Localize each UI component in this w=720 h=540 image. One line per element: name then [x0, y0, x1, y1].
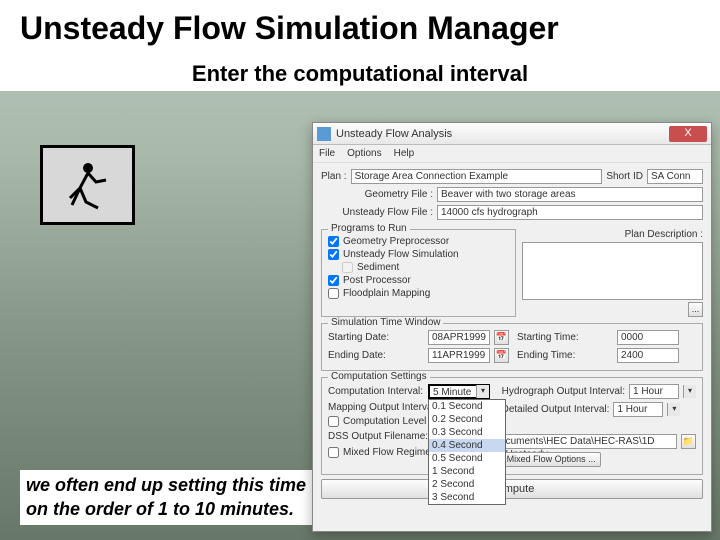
list-item[interactable]: 0.3 Second: [429, 426, 505, 439]
chevron-down-icon[interactable]: ▾: [683, 385, 696, 398]
end-time-label: Ending Time:: [517, 350, 613, 361]
menubar: File Options Help: [313, 145, 711, 163]
app-icon: [317, 127, 331, 141]
titlebar[interactable]: Unsteady Flow Analysis X: [313, 123, 711, 145]
unsteady-flow-dialog: Unsteady Flow Analysis X File Options He…: [312, 122, 712, 532]
end-date-picker[interactable]: 📅: [494, 348, 509, 363]
plandesc-label: Plan Description :: [522, 229, 703, 240]
hydro-interval-label: Hydrograph Output Interval:: [502, 386, 625, 397]
slide-caption: we often end up setting this time on the…: [20, 470, 312, 525]
programs-legend: Programs to Run: [328, 223, 410, 234]
chk-level-output[interactable]: [328, 416, 339, 427]
plandesc-expand-button[interactable]: ...: [688, 302, 703, 317]
chk-unsteady-sim[interactable]: [328, 249, 339, 260]
end-date-input[interactable]: 11APR1999: [428, 348, 490, 363]
dss-label: DSS Output Filename:: [328, 431, 428, 442]
menu-file[interactable]: File: [319, 148, 335, 159]
computation-legend: Computation Settings: [328, 371, 430, 382]
start-time-label: Starting Time:: [517, 332, 613, 343]
list-item[interactable]: 0.4 Second: [429, 439, 505, 452]
lbl-floodplain: Floodplain Mapping: [343, 288, 430, 299]
comp-interval-list[interactable]: 0.1 Second 0.2 Second 0.3 Second 0.4 Sec…: [428, 399, 506, 505]
flowfile-label: Unsteady Flow File :: [321, 207, 433, 218]
window-title: Unsteady Flow Analysis: [336, 128, 669, 140]
plan-input[interactable]: Storage Area Connection Example: [351, 169, 603, 184]
close-button[interactable]: X: [669, 126, 707, 142]
menu-help[interactable]: Help: [394, 148, 415, 159]
detail-interval-label: Detailed Output Interval:: [502, 404, 610, 415]
chk-geom-pre[interactable]: [328, 236, 339, 247]
hydro-interval-input[interactable]: 1 Hour: [629, 384, 679, 399]
shortid-label: Short ID: [606, 171, 643, 182]
compute-button[interactable]: Compute: [321, 479, 703, 499]
comp-interval-label: Computation Interval:: [328, 386, 424, 397]
programs-fieldset: Programs to Run Geometry Preprocessor Un…: [321, 229, 516, 317]
slide-title: Unsteady Flow Simulation Manager: [0, 0, 720, 57]
list-item[interactable]: 3 Second: [429, 491, 505, 504]
dss-path-input[interactable]: cuments\HEC Data\HEC-RAS\1D Unsteady: [502, 434, 677, 449]
flowfile-input[interactable]: 14000 cfs hydrograph: [437, 205, 703, 220]
list-item[interactable]: 0.5 Second: [429, 452, 505, 465]
list-item[interactable]: 0.1 Second: [429, 400, 505, 413]
chk-sediment: [342, 262, 353, 273]
timewindow-fieldset: Simulation Time Window Starting Date:08A…: [321, 323, 703, 371]
chevron-down-icon[interactable]: ▾: [476, 385, 489, 398]
slide-subtitle: Enter the computational interval: [0, 57, 720, 91]
geometry-label: Geometry File :: [321, 189, 433, 200]
plan-label: Plan :: [321, 171, 347, 182]
lbl-geom-pre: Geometry Preprocessor: [343, 236, 449, 247]
start-date-input[interactable]: 08APR1999: [428, 330, 490, 345]
lbl-sediment: Sediment: [357, 262, 399, 273]
mixed-options-button[interactable]: Mixed Flow Options ...: [502, 452, 601, 467]
runner-icon: [40, 145, 135, 225]
lbl-post-proc: Post Processor: [343, 275, 411, 286]
dss-browse-button[interactable]: 📁: [681, 434, 696, 449]
start-date-label: Starting Date:: [328, 332, 424, 343]
chk-mixed-flow[interactable]: [328, 447, 339, 458]
chevron-down-icon[interactable]: ▾: [667, 403, 680, 416]
shortid-input[interactable]: SA Conn: [647, 169, 703, 184]
comp-interval-dropdown[interactable]: 5 Minute ▾ 0.1 Second 0.2 Second 0.3 Sec…: [428, 384, 490, 399]
start-time-input[interactable]: 0000: [617, 330, 679, 345]
map-interval-label: Mapping Output Interval:: [328, 402, 438, 413]
geometry-input[interactable]: Beaver with two storage areas: [437, 187, 703, 202]
computation-fieldset: Computation Settings Computation Interva…: [321, 377, 703, 475]
lbl-unsteady-sim: Unsteady Flow Simulation: [343, 249, 459, 260]
plandesc-textarea[interactable]: [522, 242, 703, 300]
end-time-input[interactable]: 2400: [617, 348, 679, 363]
chk-post-proc[interactable]: [328, 275, 339, 286]
end-date-label: Ending Date:: [328, 350, 424, 361]
list-item[interactable]: 2 Second: [429, 478, 505, 491]
start-date-picker[interactable]: 📅: [494, 330, 509, 345]
menu-options[interactable]: Options: [347, 148, 381, 159]
list-item[interactable]: 1 Second: [429, 465, 505, 478]
chk-floodplain[interactable]: [328, 288, 339, 299]
list-item[interactable]: 0.2 Second: [429, 413, 505, 426]
detail-interval-input[interactable]: 1 Hour: [613, 402, 663, 417]
timewindow-legend: Simulation Time Window: [328, 317, 443, 328]
